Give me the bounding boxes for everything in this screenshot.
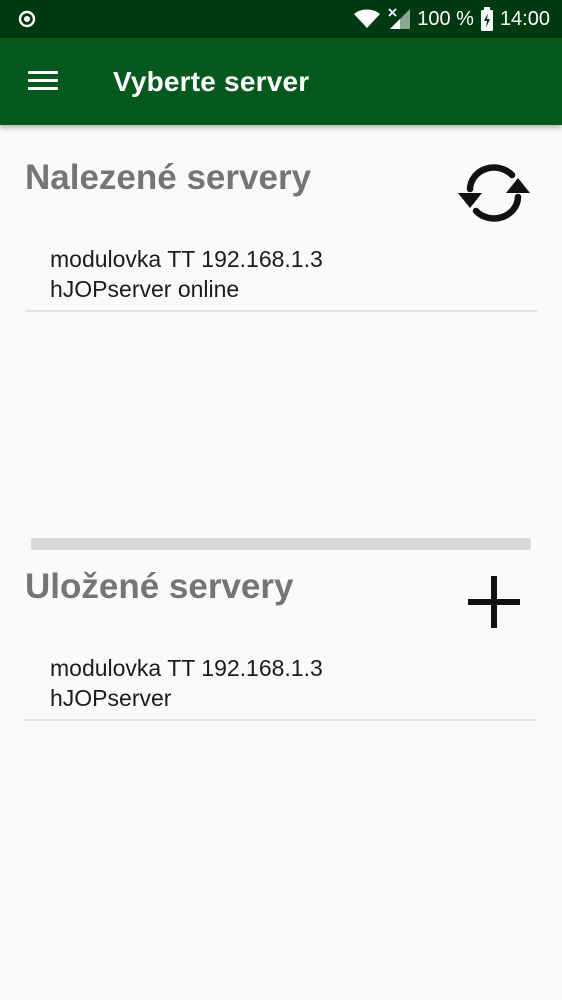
saved-servers-title: Uložené servery — [25, 567, 294, 606]
hamburger-line — [28, 79, 58, 82]
page-title: Vyberte server — [113, 66, 310, 97]
target-icon — [18, 10, 36, 28]
battery-charging-icon — [480, 7, 493, 31]
menu-button[interactable] — [22, 60, 64, 102]
status-bar: 100 % 14:00 — [0, 0, 562, 38]
app-bar: Vyberte server — [0, 38, 562, 125]
server-label: hJOPserver — [50, 685, 172, 711]
found-server-item[interactable]: modulovka TT 192.168.1.3 hJOPserver onli… — [25, 240, 537, 312]
server-status: hJOPserver online — [50, 276, 240, 302]
add-server-button[interactable] — [452, 560, 536, 644]
section-divider — [31, 538, 531, 550]
signal-icon — [388, 8, 411, 29]
plus-icon — [468, 576, 520, 628]
battery-percentage: 100 % — [417, 7, 474, 30]
refresh-button[interactable] — [452, 151, 536, 235]
found-servers-title: Nalezené servery — [25, 158, 312, 197]
wifi-icon — [354, 9, 381, 28]
server-name-address: modulovka TT 192.168.1.3 — [50, 246, 323, 272]
saved-server-item[interactable]: modulovka TT 192.168.1.3 hJOPserver — [25, 648, 537, 721]
clock: 14:00 — [499, 7, 550, 30]
hamburger-line — [28, 87, 58, 90]
server-name-address: modulovka TT 192.168.1.3 — [50, 655, 323, 681]
refresh-icon — [458, 164, 530, 222]
status-indicators: 100 % 14:00 — [353, 0, 550, 38]
hamburger-menu-icon — [28, 71, 58, 74]
